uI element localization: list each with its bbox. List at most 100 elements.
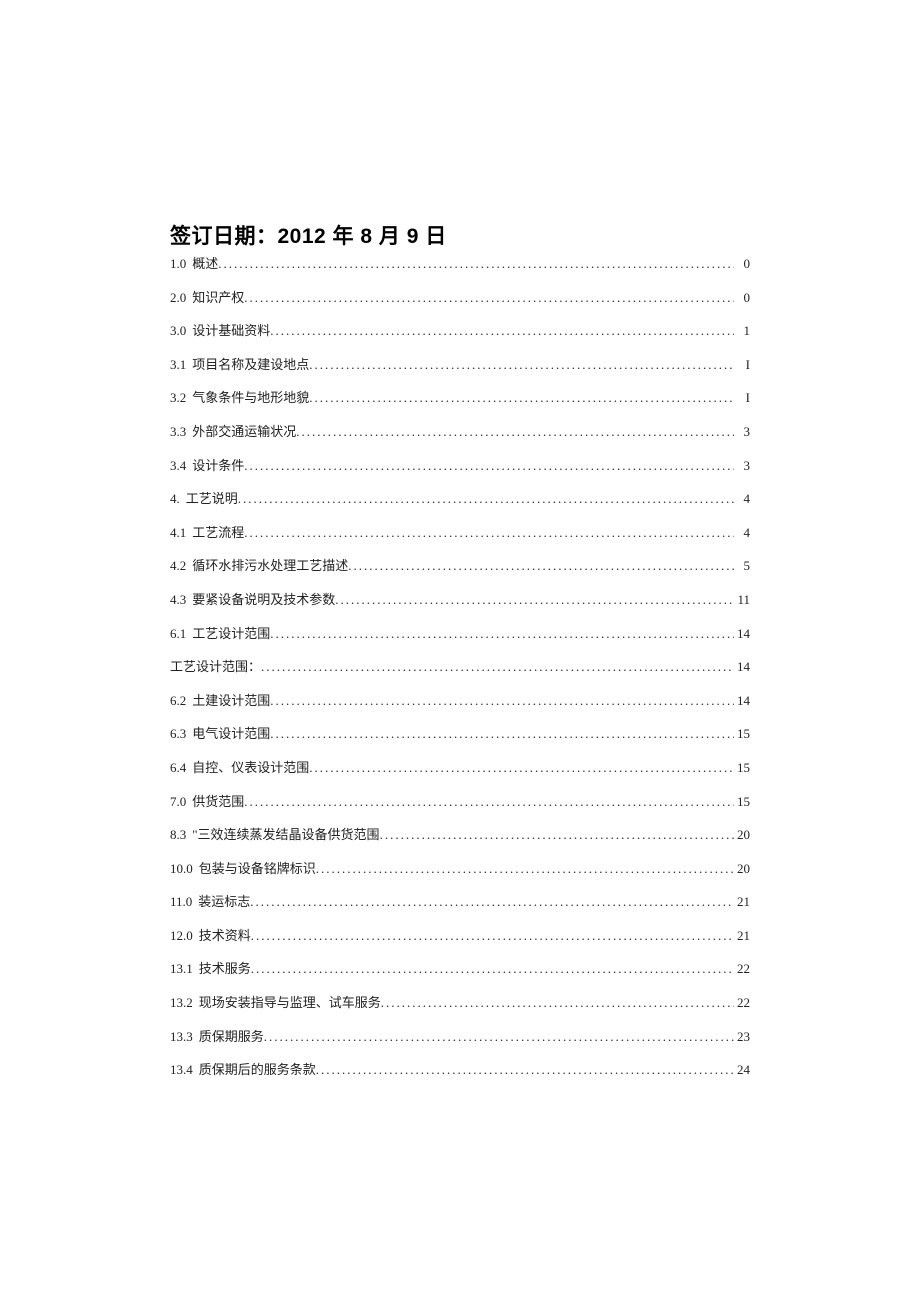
toc-page-number: 1: [736, 323, 750, 339]
toc-entry: 12.0 技术资料 21: [170, 928, 750, 944]
toc-page-number: 21: [736, 894, 750, 910]
toc-leader-dots: [264, 1029, 734, 1045]
toc-section-title: 质保期服务: [199, 1029, 264, 1045]
toc-section-title: 工艺说明: [186, 491, 238, 507]
toc-entry: 6.1工艺设计范围14: [170, 626, 750, 642]
toc-section-number: 3.0: [170, 323, 186, 339]
toc-page-number: 14: [736, 626, 750, 642]
toc-page-number: 0: [736, 290, 750, 306]
toc-page-number: 11: [736, 592, 750, 608]
toc-entry: 13.4 质保期后的服务条款 24: [170, 1062, 750, 1078]
toc-section-number: 6.1: [170, 626, 186, 642]
toc-leader-dots: [380, 827, 734, 843]
toc-section-number: 7.0: [170, 794, 186, 810]
toc-entry: 10.0包装与设备铭牌标识20: [170, 861, 750, 877]
toc-section-number: 3.2: [170, 390, 186, 406]
toc-leader-dots: [348, 558, 734, 574]
toc-leader-dots: [381, 995, 734, 1011]
toc-page-number: 15: [736, 794, 750, 810]
toc-section-number: 6.2: [170, 693, 186, 709]
toc-leader-dots: [261, 659, 734, 675]
toc-section-title: 包装与设备铭牌标识: [199, 861, 316, 877]
toc-section-title: 现场安装指导与监理、试车服务: [199, 995, 381, 1011]
toc-entry: 3.0 设计基础资料 1: [170, 323, 750, 339]
toc-page-number: 3: [736, 458, 750, 474]
toc-page-number: 3: [736, 424, 750, 440]
toc-section-number: 13.4: [170, 1062, 193, 1078]
toc-page-number: 15: [736, 726, 750, 742]
toc-section-number: 4.: [170, 491, 180, 507]
toc-entry: 8.3 "三效连续蒸发结晶设备供货范围 20: [170, 827, 750, 843]
toc-section-number: 12.0: [170, 928, 193, 944]
toc-section-title: 知识产权: [192, 290, 244, 306]
toc-leader-dots: [218, 256, 734, 272]
toc-page-number: 21: [736, 928, 750, 944]
toc-entry: 6.4自控、仪表设计范围 15: [170, 760, 750, 776]
toc-leader-dots: [250, 894, 734, 910]
toc-section-title: 设计基础资料: [192, 323, 270, 339]
toc-section-title: 工艺设计范围：: [170, 659, 261, 675]
toc-page-number: 22: [736, 961, 750, 977]
toc-section-number: 8.3: [170, 827, 186, 843]
toc-section-title: 土建设计范围: [192, 693, 270, 709]
toc-entry: 4. 工艺说明 4: [170, 491, 750, 507]
toc-section-number: 6.4: [170, 760, 186, 776]
toc-entry: 7.0 供货范围 15: [170, 794, 750, 810]
toc-section-number: 13.1: [170, 961, 193, 977]
toc-section-title: 自控、仪表设计范围: [192, 760, 309, 776]
toc-entry: 4.2 循环水排污水处理工艺描述 5: [170, 558, 750, 574]
toc-section-number: 4.3: [170, 592, 186, 608]
toc-leader-dots: [309, 357, 734, 373]
toc-section-number: 3.4: [170, 458, 186, 474]
toc-entry: 3.1项目名称及建设地点I: [170, 357, 750, 373]
toc-section-number: 1.0: [170, 256, 186, 272]
toc-entry: 1.0概述0: [170, 256, 750, 272]
toc-leader-dots: [309, 390, 734, 406]
toc-section-number: 4.2: [170, 558, 186, 574]
toc-leader-dots: [244, 290, 734, 306]
toc-entry: 3.4设计条件 3: [170, 458, 750, 474]
toc-leader-dots: [238, 491, 734, 507]
document-page: 签订日期：2012 年 8 月 9 日 1.0概述02.0知识产权03.0设计基…: [0, 0, 920, 1078]
toc-section-number: 10.0: [170, 861, 193, 877]
toc-page-number: 0: [736, 256, 750, 272]
toc-section-title: 气象条件与地形地貌: [192, 390, 309, 406]
toc-leader-dots: [244, 458, 734, 474]
toc-page-number: 22: [736, 995, 750, 1011]
toc-section-title: 项目名称及建设地点: [192, 357, 309, 373]
toc-page-number: 24: [736, 1062, 750, 1078]
toc-page-number: 4: [736, 525, 750, 541]
toc-page-number: 20: [736, 827, 750, 843]
toc-leader-dots: [270, 726, 734, 742]
toc-leader-dots: [244, 794, 734, 810]
toc-entry: 6.3电气设计范围15: [170, 726, 750, 742]
toc-entry: 13.2 现场安装指导与监理、试车服务 22: [170, 995, 750, 1011]
toc-entry: 3.3外部交通运输状况3: [170, 424, 750, 440]
signing-date-heading: 签订日期：2012 年 8 月 9 日: [170, 220, 750, 250]
toc-leader-dots: [251, 928, 734, 944]
toc-entry: 4.3要紧设备说明及技术参数 11: [170, 592, 750, 608]
toc-section-number: 13.3: [170, 1029, 193, 1045]
toc-entry: 工艺设计范围： 14: [170, 659, 750, 675]
toc-section-title: "三效连续蒸发结晶设备供货范围: [192, 827, 379, 843]
toc-entry: 3.2气象条件与地形地貌I: [170, 390, 750, 406]
toc-section-number: 3.3: [170, 424, 186, 440]
toc-section-number: 13.2: [170, 995, 193, 1011]
toc-section-title: 电气设计范围: [192, 726, 270, 742]
toc-section-title: 装运标志: [198, 894, 250, 910]
table-of-contents: 1.0概述02.0知识产权03.0设计基础资料13.1项目名称及建设地点I3.2…: [170, 256, 750, 1078]
toc-section-title: 供货范围: [192, 794, 244, 810]
toc-entry: 6.2土建设计范围 14: [170, 693, 750, 709]
toc-section-number: 4.1: [170, 525, 186, 541]
toc-section-title: 技术服务: [199, 961, 251, 977]
toc-entry: 4.1工艺流程4: [170, 525, 750, 541]
toc-page-number: 4: [736, 491, 750, 507]
toc-leader-dots: [270, 323, 734, 339]
toc-leader-dots: [316, 1062, 734, 1078]
toc-section-title: 循环水排污水处理工艺描述: [192, 558, 348, 574]
toc-section-title: 技术资料: [199, 928, 251, 944]
toc-entry: 2.0知识产权0: [170, 290, 750, 306]
toc-leader-dots: [270, 693, 734, 709]
toc-leader-dots: [335, 592, 734, 608]
toc-section-title: 质保期后的服务条款: [199, 1062, 316, 1078]
